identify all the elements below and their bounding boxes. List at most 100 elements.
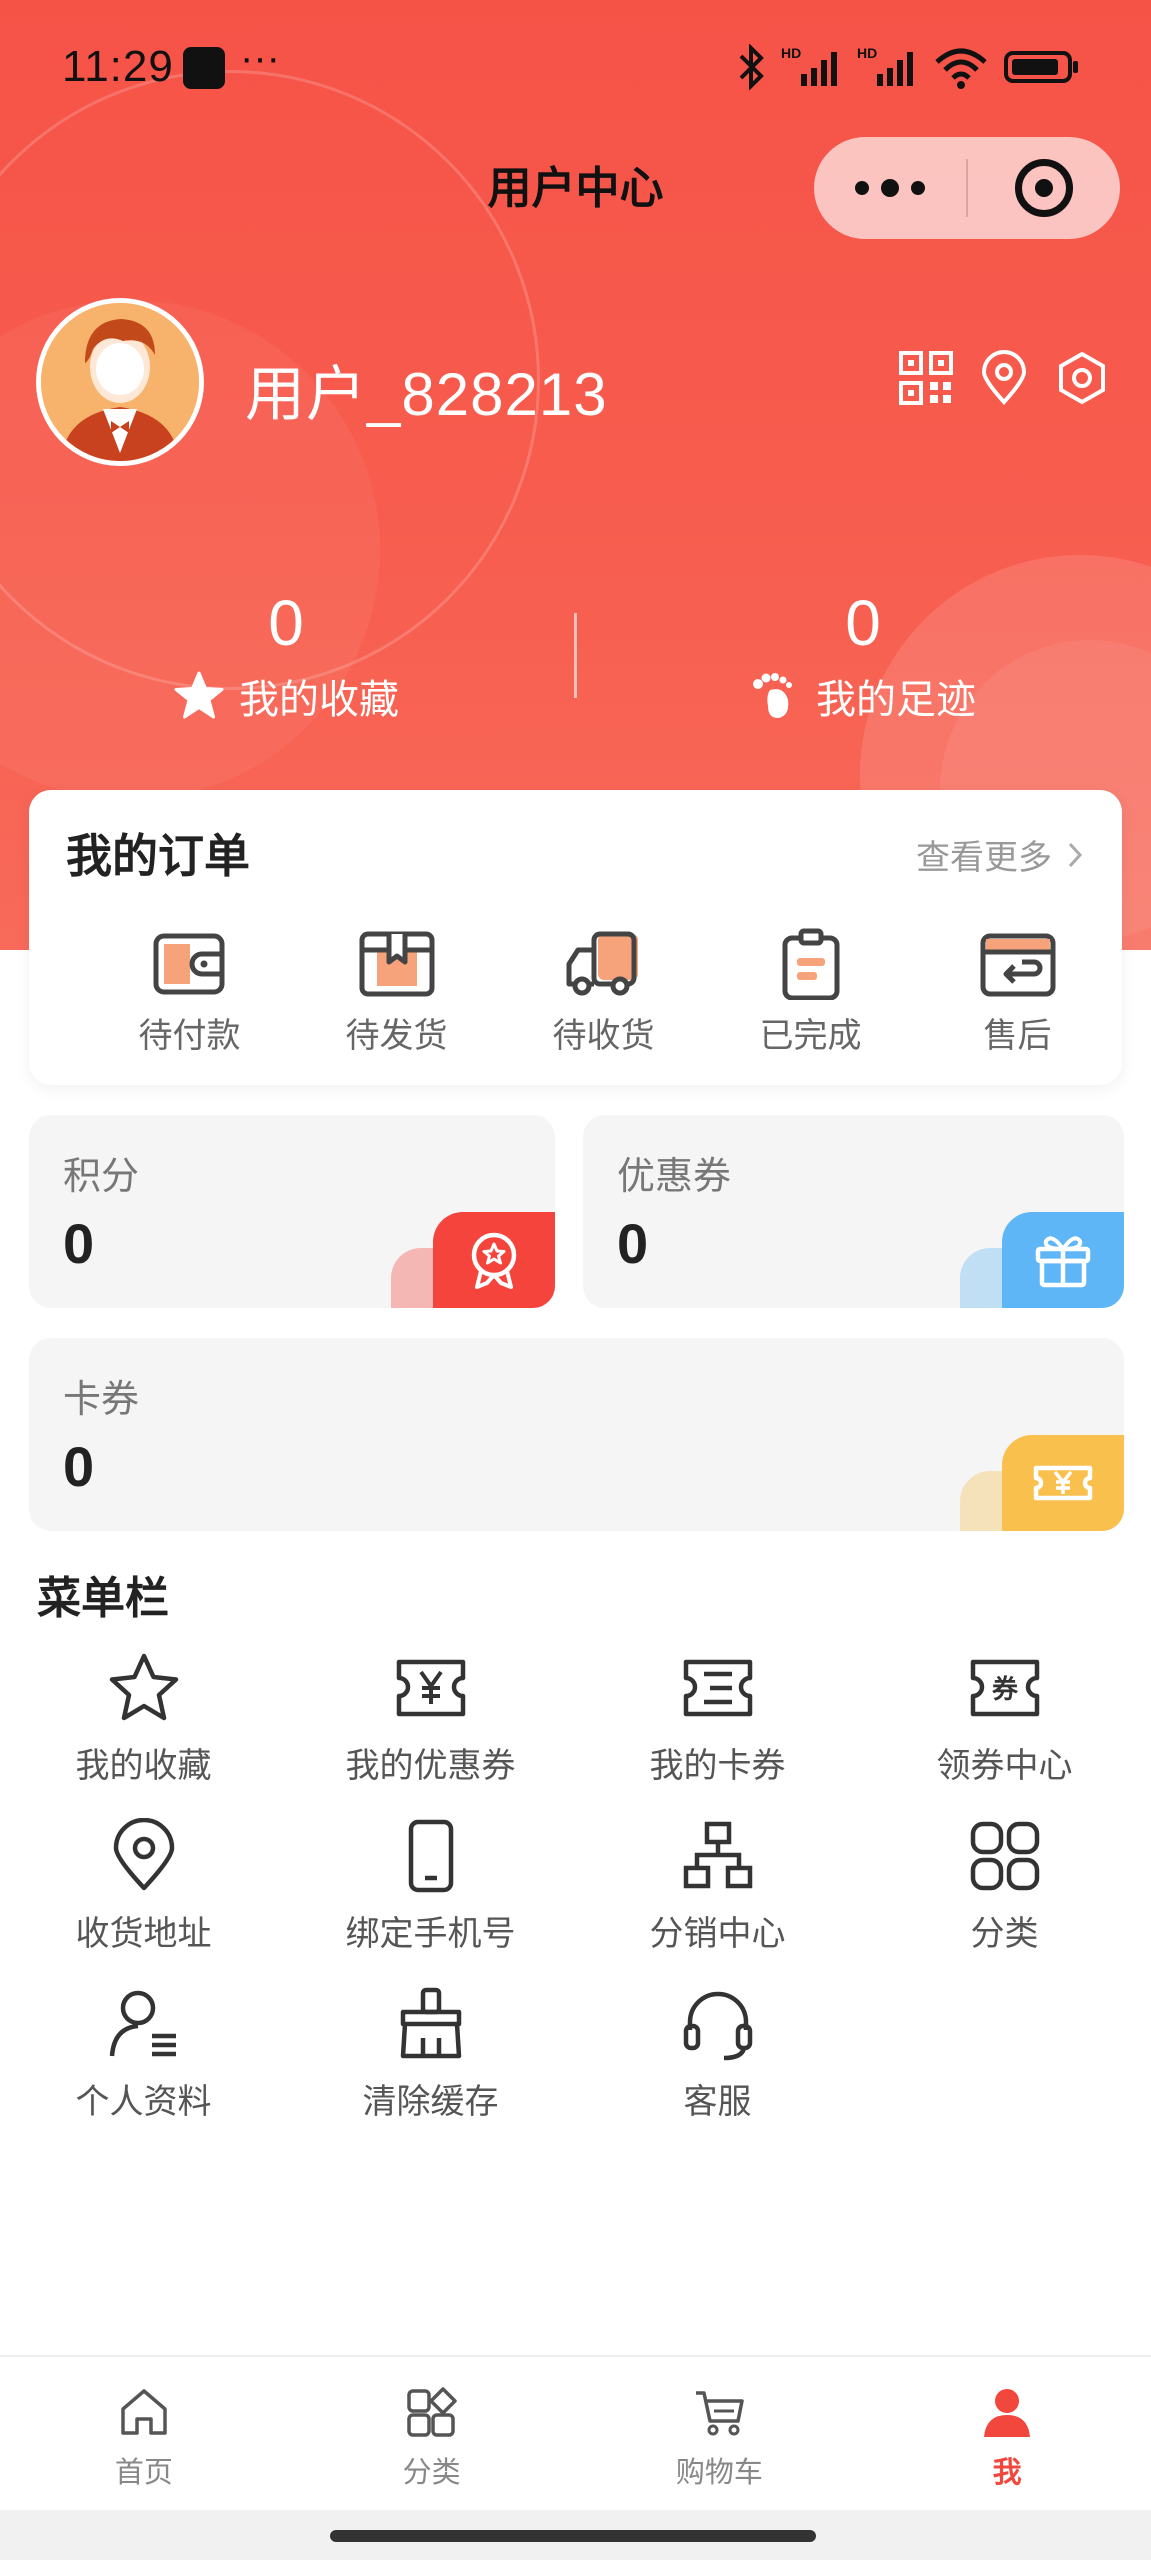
signal-icon: HD	[781, 45, 837, 86]
menu-my-coupons[interactable]: 我的优惠券	[287, 1650, 574, 1788]
location-icon	[113, 1818, 174, 1891]
menu-my-cards[interactable]: 我的卡券	[574, 1650, 861, 1788]
view-more-link[interactable]: 查看更多	[916, 830, 1086, 879]
distribution-icon	[683, 1821, 752, 1889]
package-icon	[359, 931, 434, 997]
menu-profile[interactable]: 个人资料	[0, 1986, 287, 2124]
menu-title: 菜单栏	[37, 1573, 169, 1624]
card-ticket-icon	[683, 1659, 752, 1717]
footprint-icon	[753, 673, 792, 718]
home-icon	[121, 2389, 167, 2435]
medal-icon	[433, 1212, 555, 1308]
cards-card[interactable]: 卡券 0	[29, 1338, 1124, 1531]
user-icon	[984, 2389, 1031, 2437]
menu-bind-phone[interactable]: 绑定手机号	[287, 1818, 574, 1956]
order-card: 我的订单 查看更多 待付款 待发货 待收货 已完成 售后	[29, 790, 1122, 1085]
stat-favorites[interactable]: 0 我的收藏	[136, 585, 436, 725]
qrcode-icon[interactable]	[898, 350, 954, 406]
menu-item-label: 领券中心	[936, 1746, 1073, 1786]
yen-coupon-icon	[396, 1659, 465, 1717]
settings-icon[interactable]	[1054, 350, 1110, 406]
header-actions	[898, 350, 1110, 406]
order-item-label: 待付款	[138, 1016, 241, 1056]
menu-distribution-center[interactable]: 分销中心	[574, 1818, 861, 1956]
menu-item-label: 我的卡券	[649, 1746, 786, 1786]
points-label: 积分	[63, 1154, 140, 1198]
gift-icon	[1002, 1212, 1124, 1308]
menu-item-label: 个人资料	[75, 2082, 212, 2122]
order-after-sales[interactable]: 售后	[914, 928, 1121, 1057]
favorites-count: 0	[268, 587, 304, 659]
menu-shipping-address[interactable]: 收货地址	[0, 1818, 287, 1956]
cart-icon	[696, 2391, 745, 2436]
menu-customer-service[interactable]: 客服	[574, 1986, 861, 2124]
tab-cart[interactable]: 购物车	[576, 2357, 864, 2510]
home-indicator[interactable]	[330, 2530, 816, 2542]
profile-icon	[109, 1990, 176, 2057]
headset-icon	[683, 1991, 752, 2061]
avatar[interactable]	[36, 298, 204, 466]
order-pending-payment[interactable]: 待付款	[86, 928, 293, 1057]
order-item-label: 已完成	[759, 1016, 862, 1056]
menu-item-label: 客服	[683, 2082, 752, 2122]
clipboard-icon	[782, 928, 839, 1000]
order-item-label: 待发货	[345, 1016, 448, 1056]
location-icon[interactable]	[976, 350, 1032, 406]
mini-program-capsule	[814, 137, 1120, 239]
bluetooth-icon	[739, 44, 764, 90]
coupons-label: 优惠券	[617, 1154, 732, 1198]
truck-icon	[566, 931, 638, 996]
tab-label: 首页	[114, 2455, 173, 2489]
coupons-value: 0	[617, 1212, 649, 1275]
dot	[855, 181, 869, 195]
app-notification-icon	[183, 47, 225, 89]
menu-item-label: 收货地址	[75, 1914, 212, 1954]
svg-text:券: 券	[991, 1675, 1018, 1705]
status-icons: HD HD	[735, 44, 1081, 90]
chevron-right-icon	[1068, 842, 1083, 867]
favorites-label: 我的收藏	[239, 677, 399, 723]
points-value: 0	[63, 1212, 95, 1275]
tab-label: 购物车	[675, 2455, 763, 2489]
target-icon	[1015, 159, 1073, 217]
return-icon	[980, 933, 1055, 997]
star-icon	[109, 1653, 178, 1721]
cards-value: 0	[63, 1435, 95, 1498]
svg-text:HD: HD	[781, 45, 801, 61]
avatar-illustration-icon	[41, 303, 199, 461]
view-more-label: 查看更多	[916, 838, 1052, 878]
star-icon	[174, 671, 224, 719]
close-button[interactable]	[968, 159, 1120, 217]
coupons-card[interactable]: 优惠券 0	[583, 1115, 1124, 1308]
wifi-icon	[935, 48, 987, 89]
stat-footprints[interactable]: 0 我的足迹	[713, 585, 1013, 725]
order-pending-receipt[interactable]: 待收货	[500, 928, 707, 1057]
menu-clear-cache[interactable]: 清除缓存	[287, 1986, 574, 2124]
status-time: 11:29	[62, 42, 174, 91]
coupon-center-icon: 券	[970, 1659, 1039, 1717]
menu-item-label: 分类	[970, 1914, 1039, 1954]
grid-icon	[970, 1821, 1039, 1891]
more-button[interactable]	[814, 137, 966, 239]
dot	[881, 179, 899, 197]
status-bar: 11:29 ··· HD HD	[0, 0, 1151, 130]
tab-label: 分类	[402, 2455, 461, 2489]
tab-category[interactable]: 分类	[288, 2357, 576, 2510]
tab-me[interactable]: 我	[863, 2357, 1151, 2510]
menu-category[interactable]: 分类	[861, 1818, 1148, 1956]
points-card[interactable]: 积分 0	[29, 1115, 555, 1308]
footprints-count: 0	[845, 587, 881, 659]
footprints-label: 我的足迹	[816, 677, 976, 723]
order-completed[interactable]: 已完成	[707, 928, 914, 1057]
order-pending-shipment[interactable]: 待发货	[293, 928, 500, 1057]
cards-label: 卡券	[63, 1377, 140, 1421]
menu-coupon-center[interactable]: 券 领券中心	[861, 1650, 1148, 1788]
menu-my-favorites[interactable]: 我的收藏	[0, 1650, 287, 1788]
phone-icon	[408, 1819, 453, 1893]
menu-item-label: 清除缓存	[362, 2082, 499, 2122]
tab-home[interactable]: 首页	[0, 2357, 288, 2510]
wallet-icon	[153, 933, 224, 995]
stats-divider	[574, 613, 577, 698]
bottom-tab-bar: 首页 分类 购物车 我	[0, 2355, 1151, 2510]
battery-icon	[1004, 51, 1078, 83]
